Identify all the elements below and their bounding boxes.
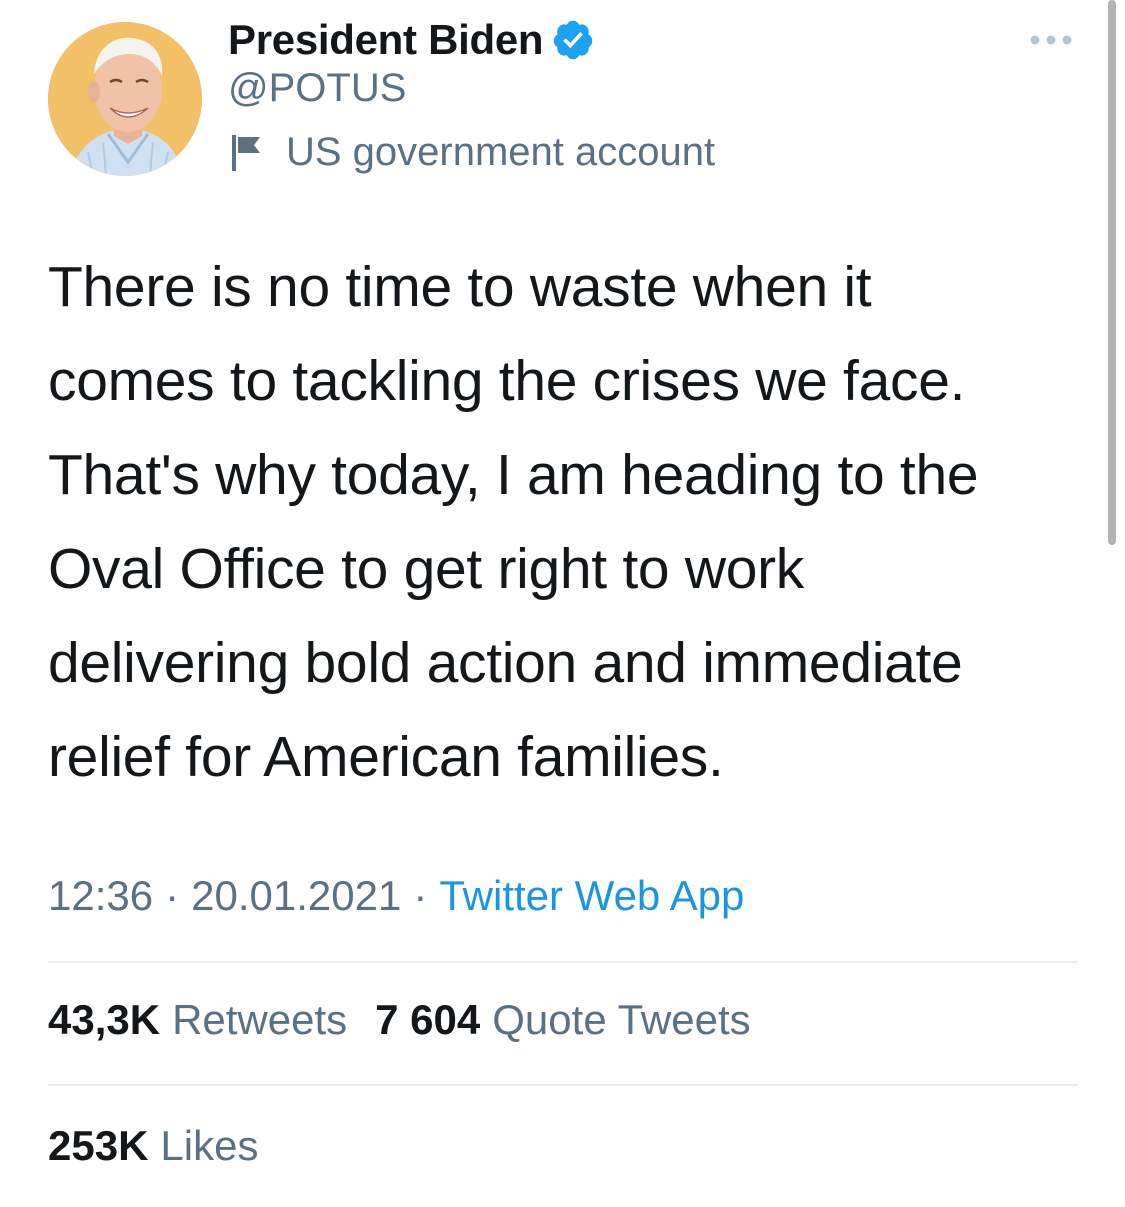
quote-tweets-stat[interactable]: 7 604 Quote Tweets <box>375 996 751 1044</box>
retweets-count: 43,3K <box>48 996 161 1043</box>
author-info: President Biden <box>228 12 595 68</box>
avatar[interactable] <box>48 22 202 176</box>
likes-label: Likes <box>160 1122 259 1169</box>
retweets-stat[interactable]: 43,3K Retweets <box>48 996 347 1044</box>
quote-tweets-count: 7 604 <box>375 996 481 1043</box>
profile-photo <box>48 22 202 176</box>
divider <box>48 961 1078 963</box>
separator: · <box>413 872 428 919</box>
name-row: President Biden <box>228 12 595 68</box>
tweet-text: There is no time to waste when it comes … <box>48 255 979 789</box>
divider <box>48 1084 1078 1086</box>
scrollbar[interactable] <box>1108 0 1116 545</box>
tweet-time[interactable]: 12:36 <box>48 872 153 920</box>
display-name[interactable]: President Biden <box>228 16 544 64</box>
separator: · <box>165 872 180 919</box>
account-label[interactable]: US government account <box>228 130 715 175</box>
retweets-label: Retweets <box>172 996 348 1043</box>
tweet-metadata: 12:36 · 20.01.2021 · Twitter Web App <box>48 872 744 920</box>
account-label-text: US government account <box>286 130 716 174</box>
tweet-source-link[interactable]: Twitter Web App <box>439 872 744 920</box>
likes-stat[interactable]: 253K Likes <box>48 1122 258 1170</box>
more-options-icon[interactable] <box>1026 30 1076 50</box>
engagement-stats: 43,3K Retweets 7 604 Quote Tweets <box>48 996 751 1044</box>
quote-tweets-label: Quote Tweets <box>492 996 751 1043</box>
flag-icon <box>228 133 266 173</box>
verified-badge-icon <box>551 18 595 62</box>
tweet-detail: President Biden @POTUS US government acc… <box>0 0 1125 1207</box>
tweet-date[interactable]: 20.01.2021 <box>191 872 401 920</box>
likes-count: 253K <box>48 1122 149 1169</box>
user-handle[interactable]: @POTUS <box>228 66 406 111</box>
